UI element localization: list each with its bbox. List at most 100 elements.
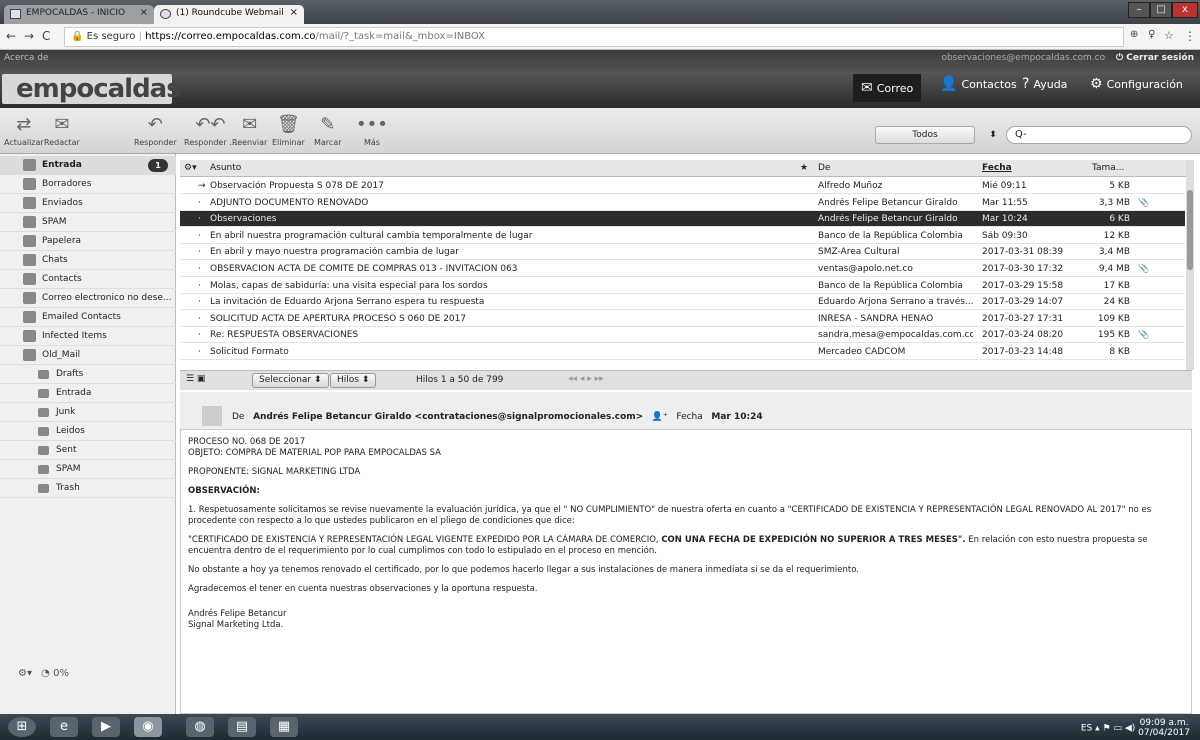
menu-icon[interactable]: ⋮ [1184, 29, 1196, 43]
thread-icon[interactable]: · [198, 281, 201, 291]
key-icon[interactable]: ♀ [1148, 29, 1155, 40]
message-from: Banco de la República Colombia [818, 280, 963, 291]
thread-icon[interactable]: · [198, 198, 201, 208]
scroll-thumb[interactable] [1187, 190, 1193, 270]
chrome-icon[interactable]: ◍ [186, 717, 214, 737]
folder-spam[interactable]: SPAM [0, 213, 176, 232]
compose-button[interactable]: ✉ Redactar [44, 112, 80, 147]
subfolder-drafts[interactable]: Drafts [0, 365, 176, 384]
folder-entrada[interactable]: Entrada 1 [0, 156, 176, 175]
refresh-button[interactable]: ⇄ Actualizar [4, 112, 44, 147]
folder-label: SPAM [42, 217, 67, 227]
minimize-icon[interactable]: – [1128, 2, 1150, 18]
subfolder-sent[interactable]: Sent [0, 441, 176, 460]
more-button[interactable]: ••• Más [356, 112, 388, 147]
person-icon: 👤 [940, 76, 958, 92]
window-icon[interactable]: ▦ [270, 717, 298, 737]
thread-icon[interactable]: · [198, 231, 201, 241]
chevron-down-icon[interactable]: ⬍ [978, 126, 1008, 144]
thread-icon[interactable]: · [198, 330, 201, 340]
table-row[interactable]: Observación Propuesta S 078 DE 2017 Alfre… [180, 178, 1185, 194]
table-row[interactable]: Solicitud Formato Mercadeo CADCOM 2017-03-… [180, 344, 1185, 360]
subfolder-junk[interactable]: Junk [0, 403, 176, 422]
table-row[interactable]: Re: RESPUESTA OBSERVACIONES sandra.mesa@e… [180, 327, 1185, 344]
thread-icon[interactable]: → [198, 181, 206, 191]
logout-link[interactable]: ⏻ Cerrar sesión [1116, 53, 1194, 63]
maximize-icon[interactable]: □ [1150, 2, 1172, 18]
add-contact-icon[interactable]: 👤⁺ [652, 412, 668, 422]
list-scrollbar[interactable] [1186, 160, 1194, 370]
table-row[interactable]: La invitación de Eduardo Arjona Serrano … [180, 294, 1185, 311]
thread-icon[interactable]: · [198, 264, 201, 274]
folder-infected-items[interactable]: Infected Items [0, 327, 176, 346]
reply-button[interactable]: ↶ Responder [134, 112, 177, 147]
table-row[interactable]: En abril y mayo nuestra programación cam… [180, 244, 1185, 261]
explorer-icon[interactable]: ▤ [228, 717, 256, 737]
folder-chats[interactable]: Chats [0, 251, 176, 270]
mark-button[interactable]: ✎ Marcar [314, 112, 342, 147]
nav-ayuda[interactable]: ? Ayuda [1022, 76, 1067, 92]
sender[interactable]: Andrés Felipe Betancur Giraldo <contrata… [253, 412, 643, 422]
folder-contacts[interactable]: Contacts [0, 270, 176, 289]
folder-junk-email[interactable]: Correo electronico no dese... [0, 289, 176, 308]
pager-icon[interactable]: ◂◂ ◂ ▸ ▸▸ [568, 374, 604, 384]
thread-icon[interactable]: · [198, 297, 201, 307]
col-size[interactable]: Tama... [1092, 163, 1124, 173]
language-indicator[interactable]: ES [1081, 724, 1092, 734]
table-row[interactable]: Observaciones Andrés Felipe Betancur Gira… [180, 211, 1185, 228]
tab-roundcube-webmail[interactable]: (1) Roundcube Webmail × [154, 5, 304, 24]
thread-icon[interactable]: · [198, 247, 201, 257]
table-row[interactable]: En abril nuestra programación cultural c… [180, 228, 1185, 244]
col-date[interactable]: Fecha [982, 163, 1012, 173]
tab-empocaldas-inicio[interactable]: EMPOCALDAS - INICIO × [4, 5, 154, 24]
select-dropdown[interactable]: Seleccionar ⬍ [252, 373, 329, 388]
folder-old-mail[interactable]: Old_Mail [0, 346, 176, 365]
reload-icon[interactable]: C [42, 29, 50, 43]
zoom-icon[interactable]: ⊕ [1130, 29, 1138, 40]
threads-dropdown[interactable]: Hilos ⬍ [330, 373, 377, 388]
table-row[interactable]: Molas, capas de sabiduría: una visita es… [180, 278, 1185, 294]
filter-select[interactable]: Todos [875, 126, 975, 144]
close-icon[interactable]: × [290, 7, 298, 18]
col-from[interactable]: De [818, 163, 830, 173]
thread-icon[interactable]: · [198, 314, 201, 324]
star-icon[interactable]: ☆ [1164, 29, 1174, 42]
close-window-icon[interactable]: x [1172, 2, 1198, 18]
ie-icon[interactable]: e [50, 717, 78, 737]
tray-icons[interactable]: ▴ ⚑ ▭ ◀) [1095, 724, 1138, 734]
delete-button[interactable]: 🗑 Eliminar [272, 112, 305, 147]
subfolder-entrada[interactable]: Entrada [0, 384, 176, 403]
nav-correo[interactable]: ✉ Correo [853, 74, 922, 102]
media-icon[interactable]: ▶ [92, 717, 120, 737]
table-row[interactable]: SOLICITUD ACTA DE APERTURA PROCESO S 060… [180, 311, 1185, 327]
close-icon[interactable]: × [140, 7, 148, 18]
list-toggle-icon[interactable]: ☰ ▣ [186, 374, 205, 384]
start-icon[interactable]: ⊞ [8, 717, 36, 737]
folder-emailed-contacts[interactable]: Emailed Contacts [0, 308, 176, 327]
folder-borradores[interactable]: Borradores [0, 175, 176, 194]
about-link[interactable]: Acerca de [4, 53, 49, 63]
subfolder-leidos[interactable]: Leidos [0, 422, 176, 441]
search-input[interactable]: Q- [1006, 126, 1192, 144]
forward-icon[interactable]: → [24, 29, 34, 43]
table-row[interactable]: OBSERVACION ACTA DE COMITE DE COMPRAS 01… [180, 261, 1185, 277]
subfolder-spam[interactable]: SPAM [0, 460, 176, 479]
back-icon[interactable]: ← [6, 29, 16, 43]
body-bold: CON UNA FECHA DE EXPEDICIÓN NO SUPERIOR … [661, 535, 966, 545]
thread-icon[interactable]: · [198, 214, 201, 224]
reply-all-button[interactable]: ↶↶ Responder ... [184, 112, 237, 147]
list-options-icon[interactable]: ⚙▾ [184, 163, 197, 173]
folder-enviados[interactable]: Enviados [0, 194, 176, 213]
url-input[interactable]: 🔒 Es seguro | https://correo.empocaldas.… [64, 27, 1124, 47]
nav-configuracion[interactable]: ⚙ Configuración [1090, 76, 1183, 92]
col-subject[interactable]: Asunto [210, 163, 241, 173]
table-row[interactable]: ADJUNTO DOCUMENTO RENOVADO Andrés Felipe … [180, 195, 1185, 211]
settings-gear-icon[interactable]: ⚙▾ [18, 668, 32, 679]
folder-papelera[interactable]: Papelera [0, 232, 176, 251]
app-icon[interactable]: ◉ [134, 717, 162, 737]
subfolder-trash[interactable]: Trash [0, 479, 176, 498]
address-bar: ← → C 🔒 Es seguro | https://correo.empoc… [0, 24, 1200, 50]
thread-icon[interactable]: · [198, 347, 201, 357]
nav-contactos[interactable]: 👤 Contactos [940, 76, 1017, 92]
forward-button[interactable]: ✉ Reenviar [232, 112, 267, 147]
